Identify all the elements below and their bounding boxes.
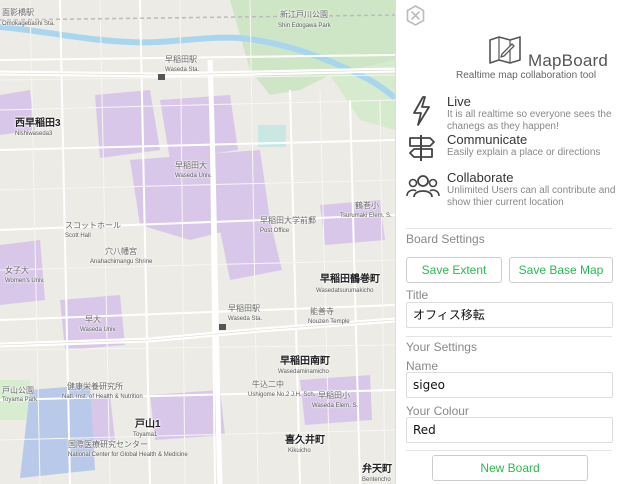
map-label-omokagebashi: 面影橋駅 (2, 8, 34, 17)
map-label-nouzen-temple: 能善寺 (310, 307, 334, 316)
map-label-waseda-station-top: 早稲田駅 (165, 55, 197, 64)
map-label-junior-high: 牛込二中 (252, 380, 284, 389)
colour-label: Your Colour (406, 404, 469, 418)
map-label-shin-edogawa-en: Shin Edogawa Park (278, 23, 331, 29)
close-circle-icon[interactable] (405, 5, 426, 26)
your-settings-heading: Your Settings (406, 340, 477, 354)
feature-collaborate: Collaborate Unlimited Users can all cont… (396, 170, 620, 222)
map-label-bentencho: 弁天町 (362, 464, 392, 475)
map-label-kikuicho: 喜久井町 (285, 435, 325, 446)
name-label: Name (406, 359, 439, 373)
save-extent-button[interactable]: Save Extent (406, 257, 502, 283)
app-subtitle: Realtime map collaboration tool (456, 70, 597, 81)
divider (406, 228, 612, 229)
map-label-nishiwaseda: 西早稲田3 (15, 118, 61, 129)
map-label-tsurumaki-school-en: Tsurumaki Elem. S. (340, 213, 392, 219)
title-label: Title (406, 288, 429, 302)
feature-communicate-title: Communicate (447, 132, 528, 147)
new-board-button[interactable]: New Board (432, 455, 588, 481)
map-label-waseda-univ-en: Waseda Univ. (175, 173, 212, 179)
save-base-map-button[interactable]: Save Base Map (509, 257, 613, 283)
map-label-waseda-school: 早稲田小 (318, 391, 350, 400)
map-view[interactable]: 面影橋駅 Omokagebashi Sta. 新江戸川公園 Shin Edoga… (0, 0, 395, 484)
map-label-nih: 健康栄養研究所 (67, 382, 123, 391)
lightning-icon (406, 95, 438, 126)
side-panel: MapBoard Realtime map collaboration tool… (395, 0, 620, 484)
map-label-waseda-station-top-en: Waseda Sta. (165, 67, 200, 73)
map-label-scott-hall-en: Scott Hall (65, 233, 91, 239)
map-label-tsurumaki-school: 鶴巻小 (355, 201, 379, 210)
map-label-minamicho-en: Wasedaminamicho (278, 369, 329, 375)
feature-communicate: Communicate Easily explain a place or di… (396, 132, 620, 172)
map-label-tsurumaki: 早稲田鶴巻町 (320, 274, 380, 285)
map-label-waseda-station-mid: 早稲田駅 (228, 304, 260, 313)
map-label-minamicho: 早稲田南町 (280, 356, 330, 367)
map-label-bentencho-en: Bentencho (362, 477, 391, 483)
map-label-anahachiman: 穴八幡宮 (105, 247, 137, 256)
map-label-toyama-en: Toyama1 (133, 432, 158, 438)
feature-collaborate-title: Collaborate (447, 170, 514, 185)
feature-live-desc: It is all realtime so everyone sees the … (447, 109, 612, 132)
map-board-logo-icon (488, 36, 522, 64)
board-settings-heading: Board Settings (406, 232, 485, 246)
feature-communicate-desc: Easily explain a place or directions (447, 147, 601, 158)
map-label-toyama: 戸山1 (135, 419, 161, 430)
divider (406, 336, 612, 337)
name-input[interactable]: sigeo (406, 372, 613, 398)
group-icon (406, 173, 440, 203)
map-label-post-office-en: Post Office (260, 228, 290, 234)
map-label-toyama-park: 戸山公園 (2, 386, 34, 395)
feature-collaborate-desc: Unlimited Users can all contribute and s… (447, 185, 616, 208)
map-label-nouzen-temple-en: Nouzen Temple (308, 319, 350, 325)
map-label-waseda-univ: 早稲田大 (175, 161, 207, 170)
map-label-ncgm-en: National Center for Global Health & Medi… (68, 452, 188, 458)
map-label-post-office: 早稲田大学前郵 (260, 216, 316, 225)
map-label-anahachiman-en: Anahachimangu Shrine (90, 259, 153, 265)
divider (406, 450, 612, 451)
map-label-scott-hall: スコットホール (65, 221, 121, 230)
title-input[interactable]: オフィス移転 (406, 302, 613, 328)
map-label-nishiwaseda-en: Nishiwaseda3 (15, 131, 53, 137)
feature-live: Live It is all realtime so everyone sees… (396, 94, 620, 134)
map-label-kikuicho-en: Kikuicho (288, 448, 311, 454)
map-label-jodai-en: Women's Univ. (5, 278, 45, 284)
signpost-icon (406, 133, 438, 163)
map-label-jodai: 女子大 (5, 266, 29, 275)
map-label-waseda-school-en: Waseda Elem. S. (312, 403, 359, 409)
map-label-shin-edogawa: 新江戸川公園 (280, 10, 328, 19)
map-label-toyama-park-en: Toyama Park (2, 397, 38, 403)
app-title: MapBoard (528, 51, 609, 70)
map-label-waseda-small-en: Waseda Univ. (80, 327, 117, 333)
map-label-waseda-small: 早大 (85, 315, 101, 324)
map-label-tsurumaki-en: Wasedatsurumakicho (316, 288, 374, 294)
map-label-waseda-station-mid-en: Waseda Sta. (228, 316, 263, 322)
feature-live-title: Live (447, 94, 471, 109)
map-label-nih-en: Natl. Inst. of Health & Nutrition (62, 394, 143, 400)
colour-select[interactable]: Red (406, 417, 613, 443)
map-label-junior-high-en: Ushigome No.2 J.H. Sch. (248, 392, 316, 398)
map-label-omokagebashi-en: Omokagebashi Sta. (2, 21, 55, 27)
map-label-ncgm: 国際医療研究センター (68, 440, 148, 449)
